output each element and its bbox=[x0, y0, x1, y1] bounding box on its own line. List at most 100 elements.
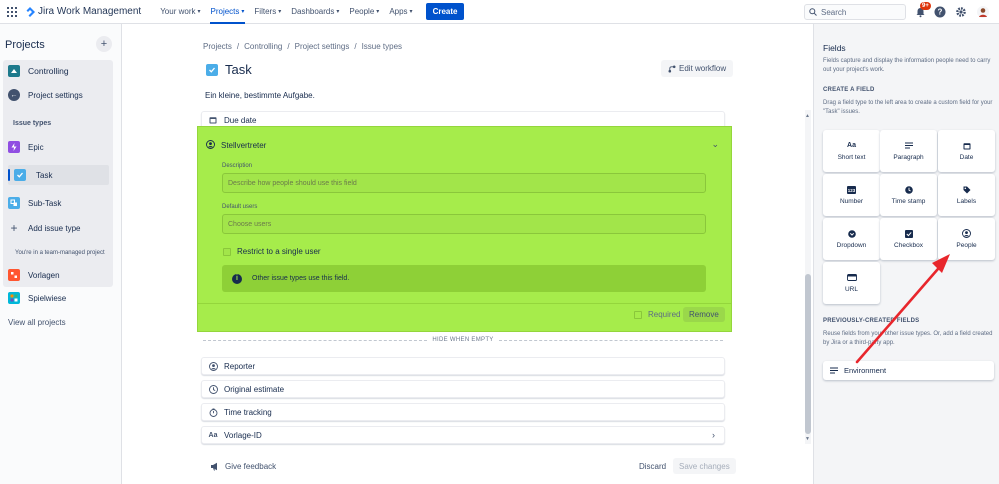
sidebar-item-vorlagen[interactable]: Vorlagen bbox=[8, 269, 60, 281]
breadcrumb-controlling[interactable]: Controlling bbox=[244, 42, 282, 51]
view-all-projects-link[interactable]: View all projects bbox=[8, 318, 66, 327]
field-reporter[interactable]: Reporter bbox=[201, 357, 725, 375]
sidebar-item-spielwiese[interactable]: Spielwiese bbox=[8, 292, 66, 304]
project-vorlagen-icon bbox=[8, 269, 20, 281]
discard-button[interactable]: Discard bbox=[639, 462, 666, 471]
project-spielwiese-icon bbox=[8, 292, 20, 304]
add-project-button[interactable]: + bbox=[96, 36, 112, 52]
tile-label: People bbox=[956, 242, 977, 249]
description-input[interactable]: Describe how people should use this fiel… bbox=[222, 173, 706, 193]
notifications-badge: 9+ bbox=[920, 2, 931, 10]
megaphone-icon bbox=[211, 462, 217, 471]
field-type-people[interactable]: People bbox=[938, 218, 995, 260]
app-switcher-icon[interactable] bbox=[7, 6, 17, 17]
breadcrumb: Projects / Controlling / Project setting… bbox=[203, 42, 402, 51]
field-label: Reporter bbox=[224, 361, 256, 371]
checkbox-box[interactable] bbox=[223, 247, 231, 256]
issue-type-description[interactable]: Ein kleine, bestimmte Aufgabe. bbox=[205, 91, 315, 100]
breadcrumb-projects[interactable]: Projects bbox=[203, 42, 232, 51]
sidebar-item-label: Add issue type bbox=[28, 223, 81, 233]
default-users-label: Default users bbox=[222, 204, 258, 210]
breadcrumb-project-settings[interactable]: Project settings bbox=[295, 42, 350, 51]
stopwatch-icon bbox=[208, 408, 218, 417]
add-issue-type-button[interactable]: + Add issue type bbox=[8, 221, 81, 235]
field-time-tracking[interactable]: Time tracking bbox=[201, 403, 725, 421]
field-vorlage-id[interactable]: Aa Vorlage-ID › bbox=[201, 426, 725, 444]
fields-intro-text: Fields capture and display the informati… bbox=[823, 58, 991, 73]
scroll-down-icon[interactable]: ▼ bbox=[805, 436, 810, 442]
nav-apps[interactable]: Apps ▾ bbox=[384, 0, 417, 24]
nav-projects[interactable]: Projects ▾ bbox=[206, 0, 250, 24]
tile-label: URL bbox=[844, 286, 858, 293]
expanded-field-stellvertreter[interactable]: Stellvertreter ⌄ Description Describe ho… bbox=[197, 126, 732, 332]
info-message: i Other issue types use this field. bbox=[222, 265, 706, 292]
field-environment[interactable]: Environment bbox=[823, 361, 994, 380]
field-label: Original estimate bbox=[224, 384, 285, 394]
give-feedback-button[interactable]: Give feedback bbox=[210, 462, 276, 471]
sidebar-item-sub-task[interactable]: Sub-Task bbox=[8, 197, 61, 209]
create-button[interactable]: Create bbox=[425, 3, 465, 20]
scroll-up-icon[interactable]: ▲ bbox=[805, 113, 810, 119]
create-field-heading: CREATE A FIELD bbox=[823, 87, 875, 93]
required-checkbox[interactable]: Required bbox=[634, 310, 680, 319]
tile-label: Number bbox=[839, 198, 864, 205]
fields-panel: Fields Fields capture and display the in… bbox=[813, 24, 999, 484]
remove-field-button[interactable]: Remove bbox=[683, 307, 725, 322]
number-icon: 123 bbox=[847, 185, 856, 194]
fields-panel-title: Fields bbox=[823, 43, 846, 53]
expanded-field-header[interactable]: Stellvertreter bbox=[206, 140, 266, 151]
field-label: Environment bbox=[844, 366, 887, 375]
field-type-short-text[interactable]: Aa Short text bbox=[823, 130, 880, 172]
field-original-estimate[interactable]: Original estimate bbox=[201, 380, 725, 398]
sidebar-item-controlling[interactable]: Controlling bbox=[8, 65, 69, 77]
nav-label: Filters bbox=[254, 7, 277, 16]
project-controlling-icon bbox=[8, 65, 20, 77]
create-field-text: Drag a field type to the left area to cr… bbox=[823, 100, 993, 115]
nav-dashboards[interactable]: Dashboards ▾ bbox=[286, 0, 344, 24]
text-aa-icon: Aa bbox=[847, 142, 856, 149]
field-type-labels[interactable]: Labels bbox=[938, 174, 995, 216]
product-logo[interactable]: Jira Work Management bbox=[25, 6, 141, 17]
nav-your-work[interactable]: Your work ▾ bbox=[155, 0, 205, 24]
main-scrollbar-thumb[interactable] bbox=[805, 274, 811, 434]
field-type-number[interactable]: 123 Number bbox=[823, 174, 880, 216]
settings-gear-icon[interactable] bbox=[954, 5, 968, 19]
nav-people[interactable]: People ▾ bbox=[344, 0, 384, 24]
previously-created-text: Reuse fields from your other issue types… bbox=[823, 331, 993, 346]
field-type-dropdown[interactable]: Dropdown bbox=[823, 218, 880, 260]
search-input[interactable]: Search bbox=[804, 4, 906, 20]
field-type-paragraph[interactable]: Paragraph bbox=[880, 130, 937, 172]
checkbox-icon bbox=[904, 229, 913, 238]
nav-filters[interactable]: Filters ▾ bbox=[249, 0, 286, 24]
search-icon bbox=[809, 8, 817, 16]
sidebar-item-task[interactable]: Task bbox=[14, 169, 52, 181]
person-circle-icon bbox=[208, 361, 218, 371]
help-icon[interactable]: ? bbox=[933, 5, 947, 19]
chevron-right-icon[interactable]: › bbox=[712, 430, 715, 440]
sidebar-item-epic[interactable]: Epic bbox=[8, 141, 44, 153]
field-type-date[interactable]: Date bbox=[938, 130, 995, 172]
sidebar-item-project-settings[interactable]: ← Project settings bbox=[8, 89, 83, 101]
avatar[interactable] bbox=[976, 5, 990, 19]
breadcrumb-issue-types[interactable]: Issue types bbox=[362, 42, 402, 51]
field-type-url[interactable]: URL bbox=[823, 262, 880, 304]
tile-label: Labels bbox=[956, 198, 977, 205]
sidebar-item-label: Project settings bbox=[28, 90, 83, 100]
clock-icon bbox=[904, 185, 913, 194]
sidebar-item-label: Controlling bbox=[28, 66, 69, 76]
calendar-icon bbox=[963, 141, 971, 150]
restrict-single-user-checkbox[interactable]: Restrict to a single user bbox=[223, 247, 321, 256]
person-circle-icon bbox=[206, 140, 215, 151]
calendar-icon bbox=[208, 116, 218, 124]
checkbox-box[interactable] bbox=[634, 310, 642, 319]
edit-workflow-button[interactable]: Edit workflow bbox=[661, 60, 734, 77]
chevron-down-icon[interactable]: ⌄ bbox=[711, 139, 719, 150]
search-placeholder: Search bbox=[821, 7, 847, 17]
chevron-down-icon: ▾ bbox=[336, 9, 340, 15]
field-type-time-stamp[interactable]: Time stamp bbox=[880, 174, 937, 216]
sidebar-item-label: Epic bbox=[28, 142, 44, 152]
default-users-select[interactable]: Choose users bbox=[222, 214, 706, 234]
chevron-down-icon: ▾ bbox=[241, 9, 245, 15]
field-type-checkbox[interactable]: Checkbox bbox=[880, 218, 937, 260]
save-changes-button[interactable]: Save changes bbox=[673, 458, 736, 474]
